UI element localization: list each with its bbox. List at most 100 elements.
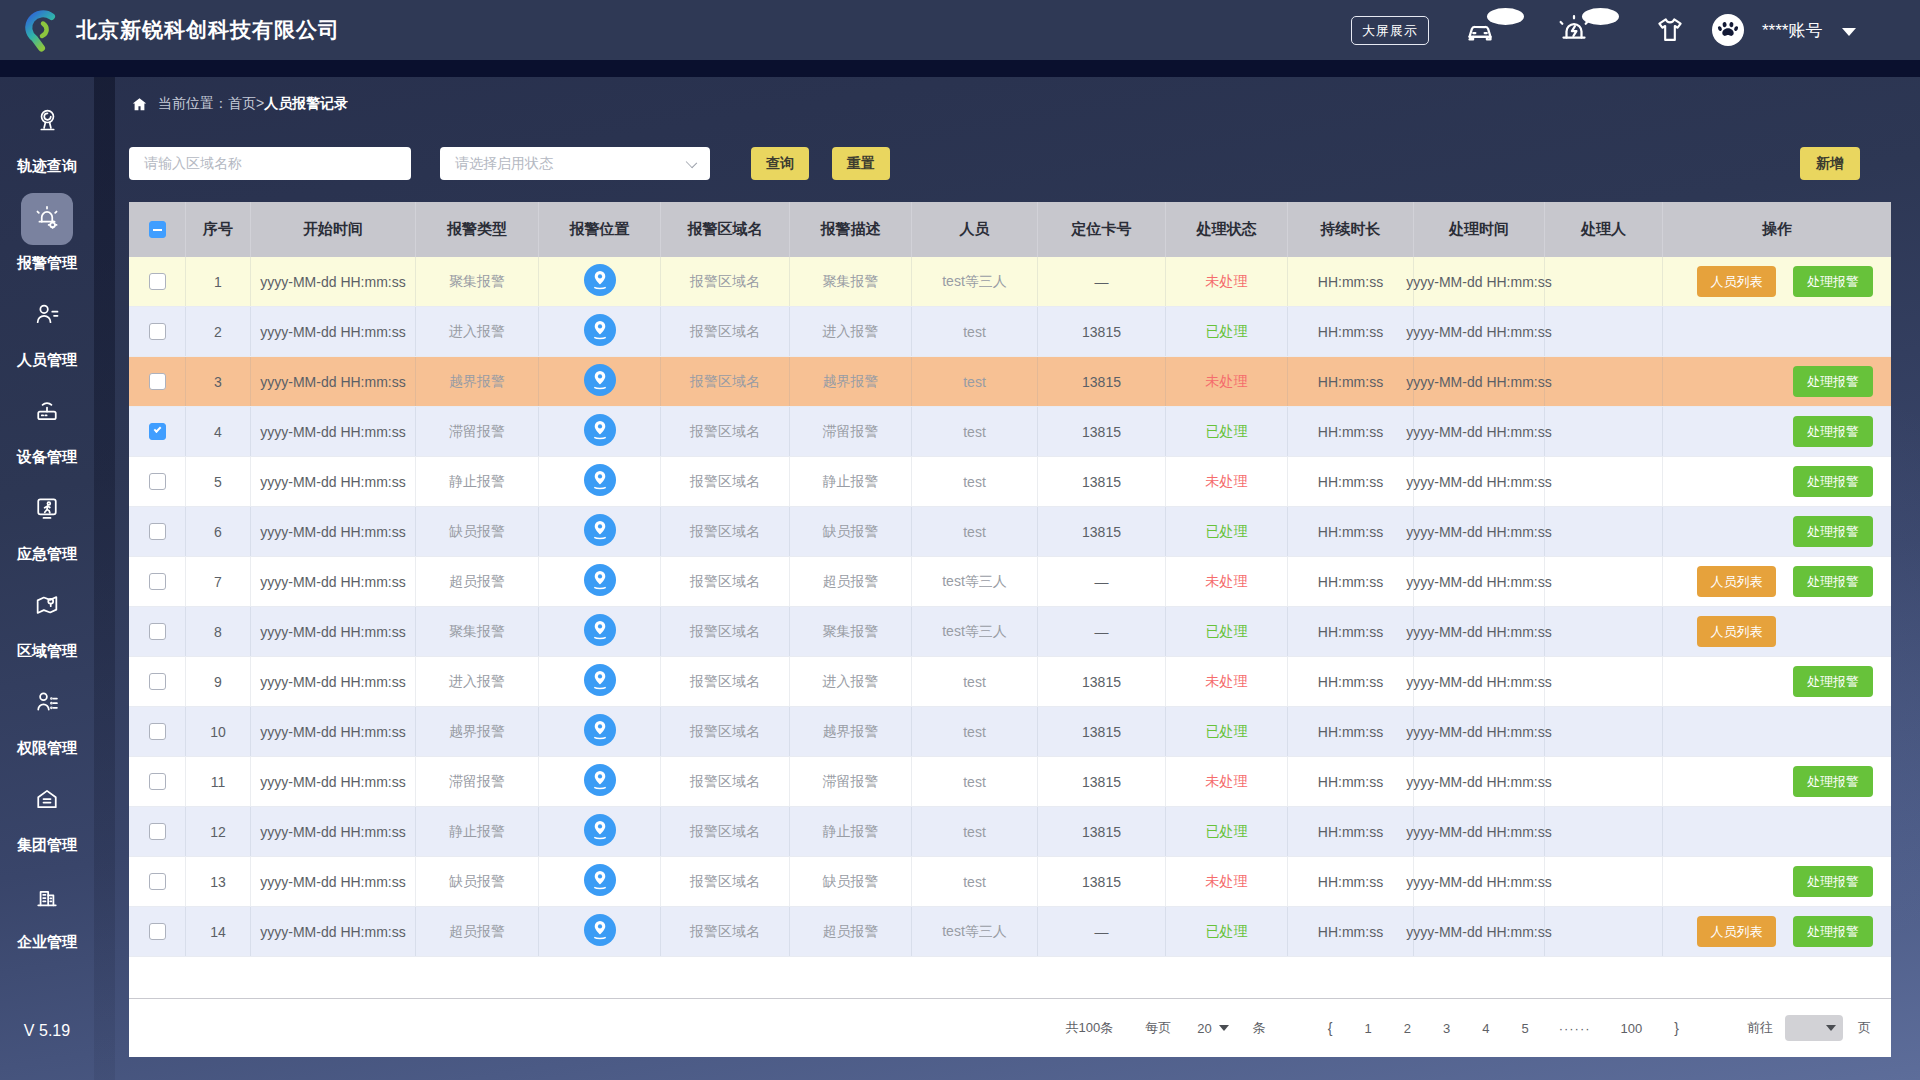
- location-pin-icon[interactable]: [584, 314, 616, 349]
- handle-alarm-button[interactable]: 处理报警: [1793, 466, 1873, 497]
- location-pin-icon[interactable]: [584, 614, 616, 649]
- avatar[interactable]: [1711, 0, 1745, 60]
- cell-alarm-desc: 进入报警: [790, 657, 912, 706]
- column-header: 人员: [912, 202, 1038, 257]
- location-pin-icon[interactable]: [584, 914, 616, 949]
- cell-alarm-location: [539, 757, 661, 806]
- column-header: 开始时间: [251, 202, 416, 257]
- person-list-button[interactable]: 人员列表: [1697, 266, 1776, 297]
- row-checkbox[interactable]: [149, 423, 166, 440]
- sidebar-item-label: 应急管理: [17, 545, 77, 564]
- cell-actions: [1663, 707, 1891, 756]
- row-checkbox[interactable]: [149, 373, 166, 390]
- page-size-select[interactable]: 20: [1197, 1021, 1228, 1036]
- table-row-8: 8yyyy-MM-dd HH:mm:ss聚集报警报警区域名聚集报警test等三人…: [129, 607, 1891, 657]
- sidebar-item-2[interactable]: 报警管理: [0, 193, 94, 290]
- handle-alarm-button[interactable]: 处理报警: [1793, 366, 1873, 397]
- location-pin-icon[interactable]: [584, 764, 616, 799]
- location-pin-icon[interactable]: [584, 464, 616, 499]
- page-number-4[interactable]: 4: [1482, 1021, 1489, 1036]
- cell-alarm-type: 进入报警: [416, 307, 539, 356]
- goto-page-select[interactable]: [1785, 1015, 1843, 1041]
- account-label[interactable]: ****账号: [1762, 0, 1822, 60]
- prev-page-button[interactable]: {: [1328, 1020, 1333, 1036]
- location-pin-icon[interactable]: [584, 664, 616, 699]
- handle-alarm-button[interactable]: 处理报警: [1793, 766, 1873, 797]
- big-screen-button[interactable]: 大屏展示: [1351, 16, 1429, 45]
- vehicle-icon[interactable]: [1462, 0, 1498, 60]
- sidebar-item-8[interactable]: 集团管理: [0, 775, 94, 872]
- row-checkbox[interactable]: [149, 623, 166, 640]
- cell-card-no: 13815: [1038, 807, 1166, 856]
- enable-status-select[interactable]: 请选择启用状态: [440, 147, 710, 180]
- add-button[interactable]: 新增: [1800, 147, 1860, 180]
- handle-alarm-button[interactable]: 处理报警: [1793, 266, 1873, 297]
- sidebar-item-5[interactable]: 应急管理: [0, 484, 94, 581]
- cell-alarm-desc: 超员报警: [790, 557, 912, 606]
- reset-button[interactable]: 重置: [832, 147, 890, 180]
- cell-status: 已处理: [1166, 407, 1288, 456]
- account-dropdown-caret-icon[interactable]: [1842, 28, 1856, 36]
- row-checkbox[interactable]: [149, 273, 166, 290]
- handle-alarm-button[interactable]: 处理报警: [1793, 516, 1873, 547]
- row-checkbox[interactable]: [149, 673, 166, 690]
- sidebar-item-4[interactable]: 设备管理: [0, 387, 94, 484]
- query-button[interactable]: 查询: [751, 147, 809, 180]
- sidebar-item-7[interactable]: 权限管理: [0, 678, 94, 775]
- handle-alarm-button[interactable]: 处理报警: [1793, 566, 1873, 597]
- table-row-12: 12yyyy-MM-dd HH:mm:ss静止报警报警区域名静止报警test13…: [129, 807, 1891, 857]
- page-number-2[interactable]: 2: [1404, 1021, 1411, 1036]
- location-pin-icon[interactable]: [584, 414, 616, 449]
- row-checkbox[interactable]: [149, 773, 166, 790]
- cell-handle-time: yyyy-MM-dd HH:mm:ss: [1414, 307, 1545, 356]
- enterprise-manage-icon: [33, 882, 61, 914]
- column-header: 报警位置: [539, 202, 661, 257]
- cell-actions: 人员列表处理报警: [1663, 557, 1891, 606]
- column-header: 处理状态: [1166, 202, 1288, 257]
- page-number-1[interactable]: 1: [1364, 1021, 1371, 1036]
- alarm-bell-icon[interactable]: [1556, 0, 1592, 60]
- sidebar-item-label: 报警管理: [17, 254, 77, 273]
- location-pin-icon[interactable]: [584, 264, 616, 299]
- location-pin-icon[interactable]: [584, 514, 616, 549]
- location-pin-icon[interactable]: [584, 864, 616, 899]
- per-page-label: 每页: [1145, 1019, 1171, 1037]
- cell-actions: [1663, 307, 1891, 356]
- select-all-checkbox[interactable]: [149, 221, 166, 238]
- next-page-button[interactable]: }: [1674, 1020, 1679, 1036]
- row-checkbox[interactable]: [149, 323, 166, 340]
- area-name-input[interactable]: 请输入区域名称: [129, 147, 411, 180]
- row-checkbox[interactable]: [149, 923, 166, 940]
- cell-alarm-type: 缺员报警: [416, 857, 539, 906]
- row-checkbox[interactable]: [149, 523, 166, 540]
- row-checkbox[interactable]: [149, 573, 166, 590]
- location-pin-icon[interactable]: [584, 564, 616, 599]
- page-number-3[interactable]: 3: [1443, 1021, 1450, 1036]
- row-checkbox[interactable]: [149, 823, 166, 840]
- row-checkbox[interactable]: [149, 723, 166, 740]
- sidebar-item-1[interactable]: 轨迹查询: [0, 96, 94, 193]
- sidebar-item-3[interactable]: 人员管理: [0, 290, 94, 387]
- handle-alarm-button[interactable]: 处理报警: [1793, 866, 1873, 897]
- sidebar-item-6[interactable]: 区域管理: [0, 581, 94, 678]
- alarm-table: 序号开始时间报警类型报警位置报警区域名报警描述人员定位卡号处理状态持续时长处理时…: [129, 202, 1891, 1057]
- tshirt-icon[interactable]: [1653, 0, 1687, 60]
- location-pin-icon[interactable]: [584, 814, 616, 849]
- handle-alarm-button[interactable]: 处理报警: [1793, 666, 1873, 697]
- handle-alarm-button[interactable]: 处理报警: [1793, 416, 1873, 447]
- cell-alarm-area: 报警区域名: [661, 907, 790, 956]
- cell-alarm-desc: 静止报警: [790, 457, 912, 506]
- location-pin-icon[interactable]: [584, 364, 616, 399]
- handle-alarm-button[interactable]: 处理报警: [1793, 916, 1873, 947]
- person-list-button[interactable]: 人员列表: [1697, 916, 1776, 947]
- person-list-button[interactable]: 人员列表: [1697, 566, 1776, 597]
- cell-duration: HH:mm:ss: [1288, 607, 1414, 656]
- row-checkbox[interactable]: [149, 873, 166, 890]
- cell-alarm-area: 报警区域名: [661, 707, 790, 756]
- location-pin-icon[interactable]: [584, 714, 616, 749]
- page-number-last[interactable]: 100: [1621, 1021, 1643, 1036]
- person-list-button[interactable]: 人员列表: [1697, 616, 1776, 647]
- page-number-5[interactable]: 5: [1521, 1021, 1528, 1036]
- sidebar-item-9[interactable]: 企业管理: [0, 872, 94, 969]
- row-checkbox[interactable]: [149, 473, 166, 490]
